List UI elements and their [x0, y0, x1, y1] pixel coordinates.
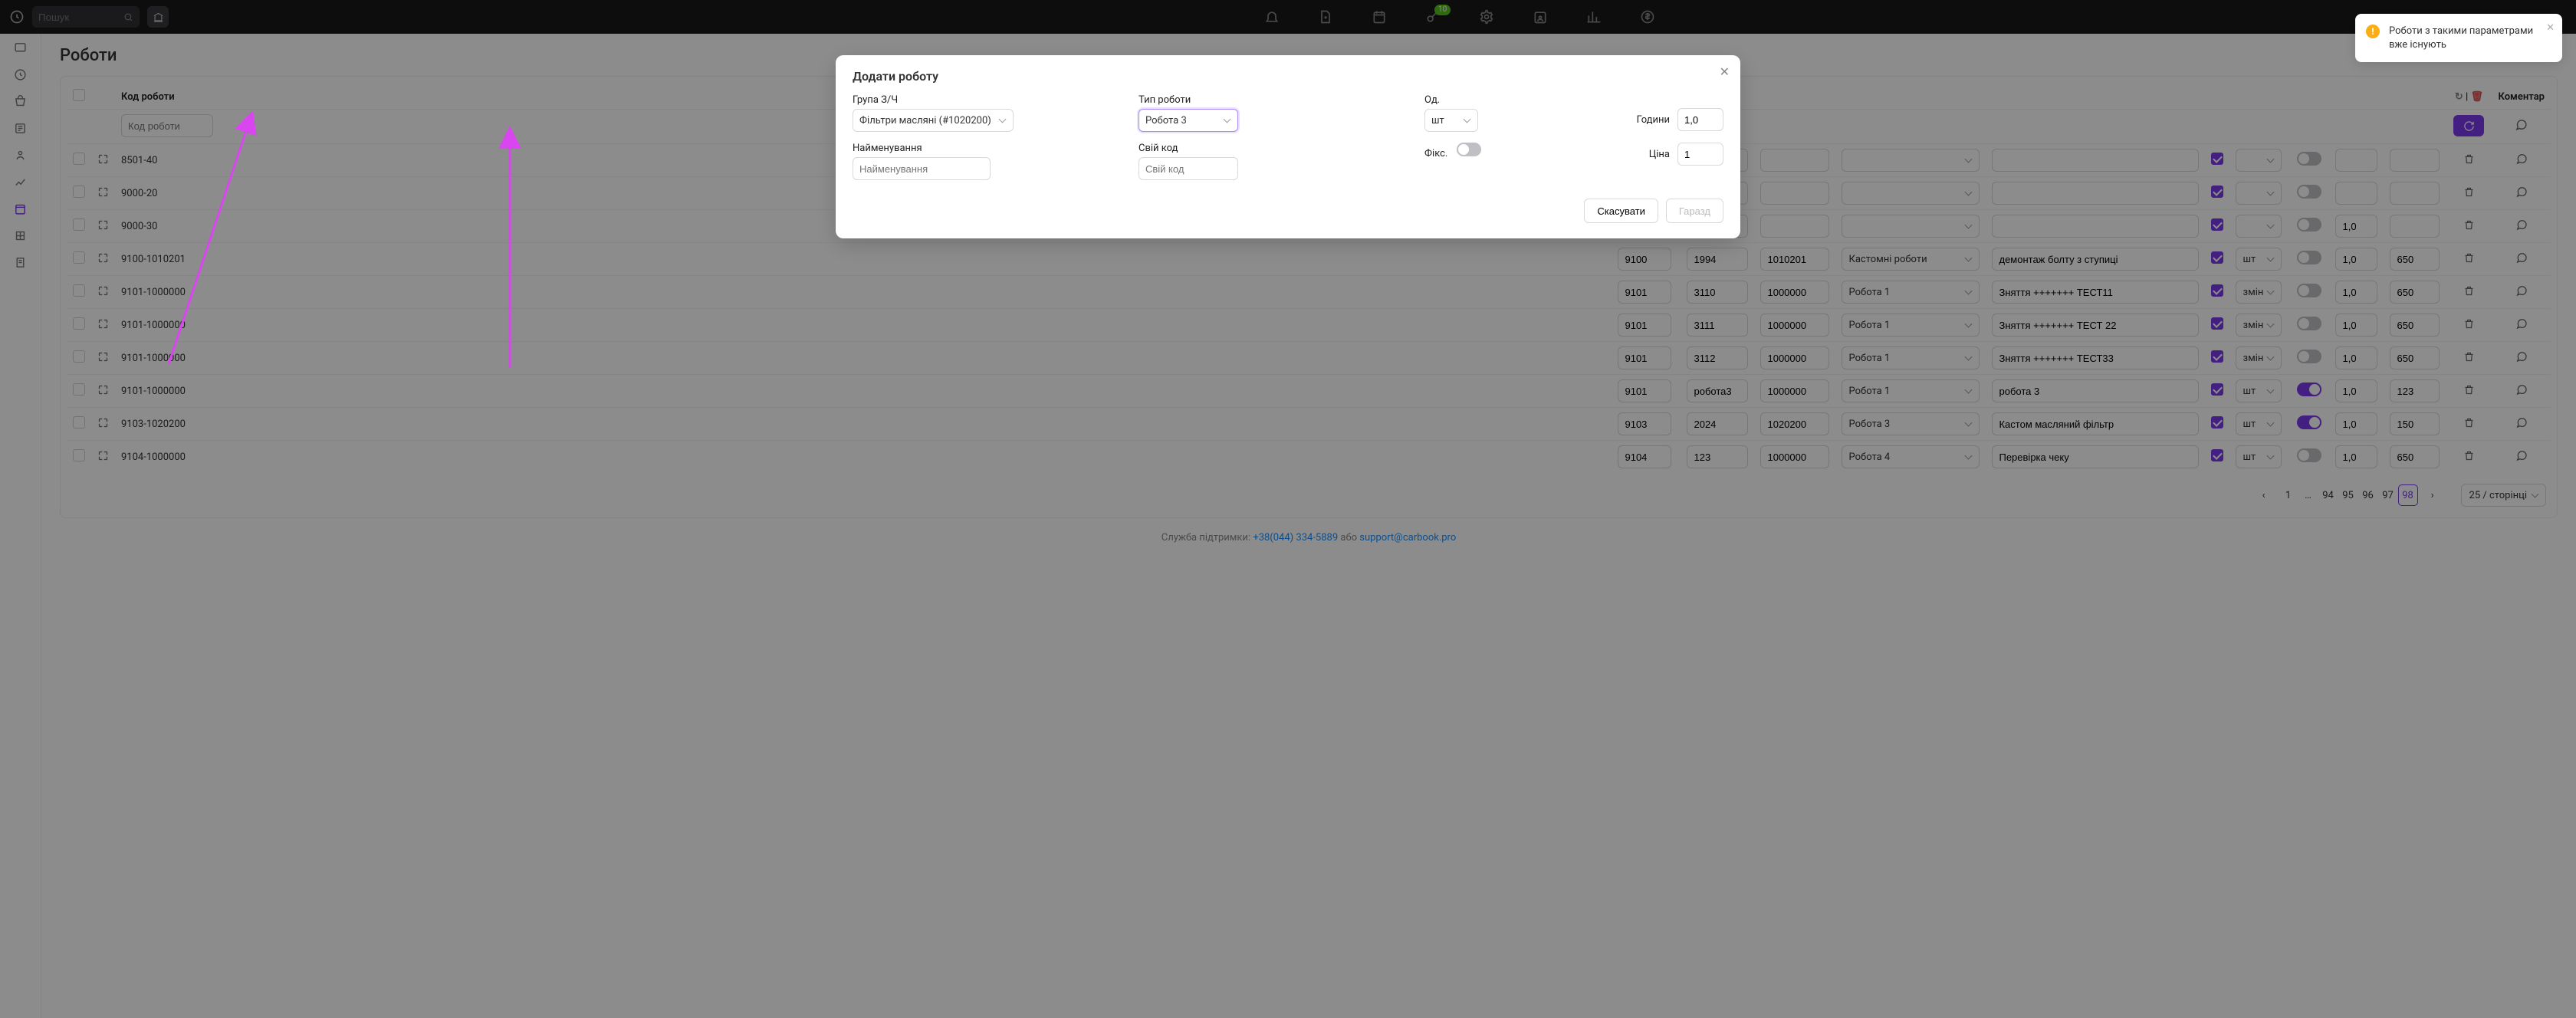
- hours-label: Години: [1637, 114, 1670, 126]
- group-label: Група З/Ч: [853, 94, 1116, 106]
- ok-button[interactable]: Гаразд: [1666, 199, 1723, 223]
- unit-label: Од.: [1424, 94, 1562, 106]
- toast-message: Роботи з такими параметрами вже існують: [2389, 25, 2533, 51]
- price-label: Ціна: [1649, 149, 1670, 160]
- price-input[interactable]: [1677, 143, 1723, 166]
- toast-close-icon[interactable]: ✕: [2546, 21, 2555, 35]
- group-select[interactable]: Фільтри масляні (#1020200): [853, 109, 1014, 132]
- name-input[interactable]: [853, 157, 991, 180]
- name-label: Найменування: [853, 143, 1116, 154]
- fix-label: Фікс.: [1424, 148, 1447, 159]
- add-work-modal: ✕ Додати роботу Група З/Ч Фільтри маслян…: [836, 55, 1740, 238]
- cancel-button[interactable]: Скасувати: [1584, 199, 1658, 223]
- warning-toast: ! Роботи з такими параметрами вже існуют…: [2355, 14, 2562, 62]
- unit-select[interactable]: шт: [1424, 109, 1478, 132]
- modal-close-icon[interactable]: ✕: [1720, 64, 1730, 79]
- own-code-label: Свій код: [1138, 143, 1401, 154]
- fix-toggle[interactable]: [1457, 143, 1481, 156]
- own-code-input[interactable]: [1138, 157, 1238, 180]
- warning-icon: !: [2366, 25, 2380, 38]
- type-label: Тип роботи: [1138, 94, 1401, 106]
- modal-title: Додати роботу: [853, 69, 1723, 84]
- type-select[interactable]: Робота 3: [1138, 109, 1238, 132]
- hours-input[interactable]: [1677, 108, 1723, 131]
